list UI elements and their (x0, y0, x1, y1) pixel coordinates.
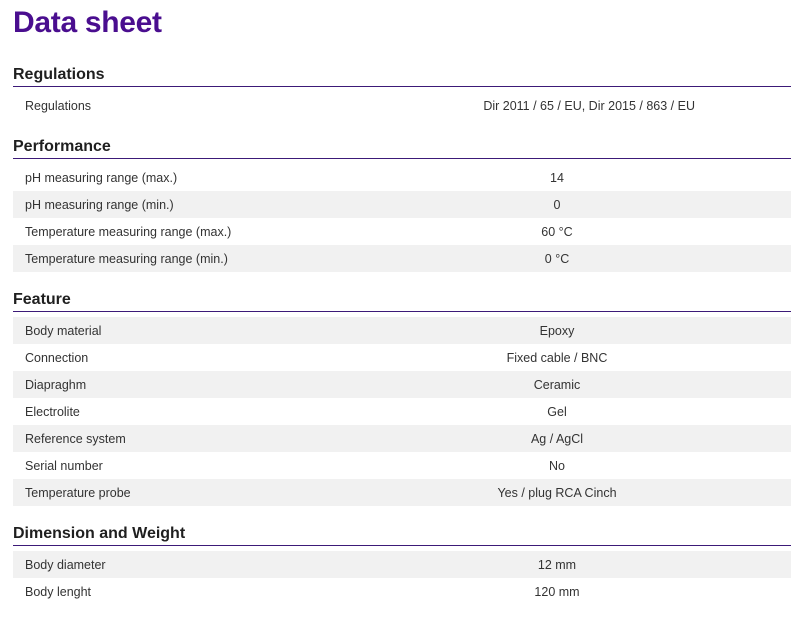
spec-row: Diapraghm Ceramic (13, 371, 791, 398)
spec-row: Body diameter 12 mm (13, 551, 791, 578)
spec-value: No (549, 458, 565, 473)
spec-label: Diapraghm (25, 377, 87, 392)
spec-value: 60 °C (541, 224, 573, 239)
section-regulations: Regulations Regulations Dir 2011 / 65 / … (13, 64, 791, 119)
spec-row: Serial number No (13, 452, 791, 479)
spec-label: Connection (25, 350, 89, 365)
spec-label: Regulations (25, 98, 92, 113)
spec-value: Gel (547, 404, 567, 419)
page-title: Data sheet (13, 6, 162, 39)
section-rows: Body material Epoxy Connection Fixed cab… (13, 317, 791, 506)
spec-value: Epoxy (539, 323, 575, 338)
spec-value: 0 (553, 197, 561, 212)
spec-row: pH measuring range (min.) 0 (13, 191, 791, 218)
spec-value: Fixed cable / BNC (506, 350, 608, 365)
spec-value: 0 °C (544, 251, 570, 266)
spec-row: Body lenght 120 mm (13, 578, 791, 605)
spec-value: 120 mm (534, 584, 580, 599)
section-rows: pH measuring range (max.) 14 pH measurin… (13, 164, 791, 272)
spec-label: pH measuring range (min.) (25, 197, 174, 212)
spec-label: Serial number (25, 458, 103, 473)
spec-row: Temperature probe Yes / plug RCA Cinch (13, 479, 791, 506)
section-performance: Performance pH measuring range (max.) 14… (13, 136, 791, 272)
section-title: Dimension and Weight (13, 523, 791, 546)
spec-row: Reference system Ag / AgCl (13, 425, 791, 452)
spec-row: Temperature measuring range (max.) 60 °C (13, 218, 791, 245)
spec-value: Yes / plug RCA Cinch (497, 485, 617, 500)
spec-label: Body lenght (25, 584, 92, 599)
spec-label: Temperature measuring range (min.) (25, 251, 228, 266)
spec-label: Body diameter (25, 557, 106, 572)
spec-label: Electrolite (25, 404, 80, 419)
spec-label: Temperature probe (25, 485, 131, 500)
section-feature: Feature Body material Epoxy Connection F… (13, 289, 791, 506)
spec-value: Dir 2011 / 65 / EU, Dir 2015 / 863 / EU (483, 98, 695, 113)
spec-row: Body material Epoxy (13, 317, 791, 344)
spec-value: 12 mm (537, 557, 577, 572)
section-title: Feature (13, 289, 791, 312)
section-rows: Body diameter 12 mm Body lenght 120 mm (13, 551, 791, 605)
spec-row: pH measuring range (max.) 14 (13, 164, 791, 191)
spec-label: Reference system (25, 431, 126, 446)
spec-value: 14 (550, 170, 564, 185)
spec-value: Ag / AgCl (530, 431, 584, 446)
spec-label: Body material (25, 323, 102, 338)
spec-row: Regulations Dir 2011 / 65 / EU, Dir 2015… (13, 92, 791, 119)
spec-label: pH measuring range (max.) (25, 170, 178, 185)
section-title: Regulations (13, 64, 791, 87)
spec-row: Electrolite Gel (13, 398, 791, 425)
data-sheet-page: Data sheet Regulations Regulations Dir 2… (13, 0, 791, 605)
spec-row: Temperature measuring range (min.) 0 °C (13, 245, 791, 272)
section-rows: Regulations Dir 2011 / 65 / EU, Dir 2015… (13, 92, 791, 119)
section-dimension-weight: Dimension and Weight Body diameter 12 mm… (13, 523, 791, 605)
spec-label: Temperature measuring range (max.) (25, 224, 232, 239)
section-title: Performance (13, 136, 791, 159)
spec-row: Connection Fixed cable / BNC (13, 344, 791, 371)
spec-value: Ceramic (533, 377, 581, 392)
